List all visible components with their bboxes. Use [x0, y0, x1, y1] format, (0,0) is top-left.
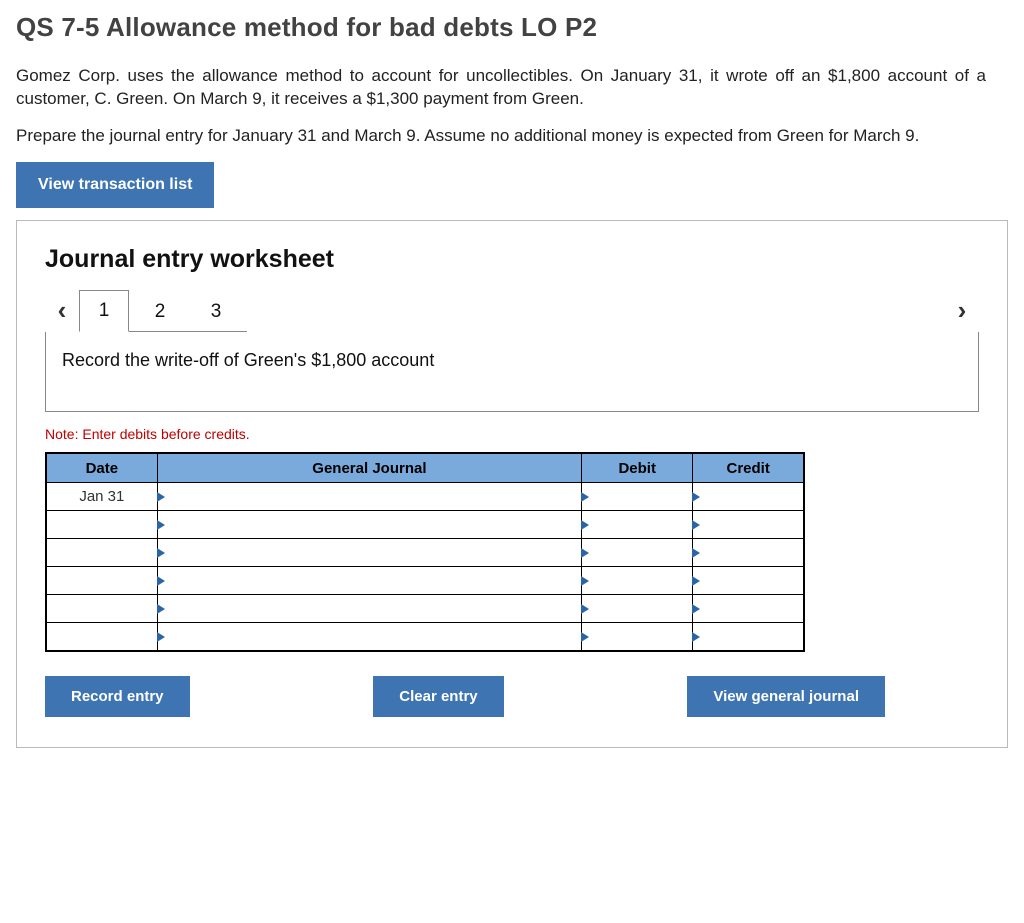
- cell-credit[interactable]: [693, 567, 804, 595]
- cell-date[interactable]: [46, 511, 157, 539]
- tab-group: 1 2 3: [79, 290, 247, 332]
- next-entry-chevron[interactable]: ›: [945, 295, 979, 326]
- journal-entry-table: Date General Journal Debit Credit Jan 31: [45, 452, 805, 652]
- cell-credit[interactable]: [693, 511, 804, 539]
- worksheet-heading: Journal entry worksheet: [45, 245, 979, 274]
- table-row: [46, 595, 804, 623]
- tab-1[interactable]: 1: [79, 290, 129, 332]
- cell-credit[interactable]: [693, 623, 804, 651]
- cell-debit[interactable]: [582, 511, 693, 539]
- table-row: [46, 623, 804, 651]
- cell-debit[interactable]: [582, 567, 693, 595]
- cell-general-journal[interactable]: [157, 483, 581, 511]
- cell-date[interactable]: [46, 539, 157, 567]
- cell-general-journal[interactable]: [157, 567, 581, 595]
- table-header-row: Date General Journal Debit Credit: [46, 453, 804, 483]
- view-transaction-list-button[interactable]: View transaction list: [16, 162, 214, 208]
- cell-debit[interactable]: [582, 623, 693, 651]
- problem-paragraph-1: Gomez Corp. uses the allowance method to…: [16, 65, 986, 111]
- problem-paragraph-2: Prepare the journal entry for January 31…: [16, 125, 986, 148]
- view-general-journal-button[interactable]: View general journal: [687, 676, 885, 717]
- cell-general-journal[interactable]: [157, 539, 581, 567]
- col-header-debit: Debit: [582, 453, 693, 483]
- tab-2[interactable]: 2: [135, 293, 185, 331]
- col-header-credit: Credit: [693, 453, 804, 483]
- entry-instruction: Record the write-off of Green's $1,800 a…: [45, 332, 979, 412]
- cell-general-journal[interactable]: [157, 623, 581, 651]
- cell-date[interactable]: [46, 623, 157, 651]
- cell-credit[interactable]: [693, 483, 804, 511]
- problem-description: Gomez Corp. uses the allowance method to…: [16, 65, 986, 148]
- cell-credit[interactable]: [693, 539, 804, 567]
- table-row: [46, 539, 804, 567]
- cell-debit[interactable]: [582, 595, 693, 623]
- worksheet-footer: Record entry Clear entry View general jo…: [45, 676, 885, 717]
- cell-debit[interactable]: [582, 539, 693, 567]
- cell-date[interactable]: [46, 595, 157, 623]
- record-entry-button[interactable]: Record entry: [45, 676, 190, 717]
- clear-entry-button[interactable]: Clear entry: [373, 676, 503, 717]
- cell-date[interactable]: Jan 31: [46, 483, 157, 511]
- journal-worksheet-panel: Journal entry worksheet ‹ 1 2 3 › Record…: [16, 220, 1008, 748]
- tab-row: ‹ 1 2 3 ›: [45, 290, 979, 332]
- tab-3[interactable]: 3: [191, 293, 241, 331]
- cell-debit[interactable]: [582, 483, 693, 511]
- table-row: Jan 31: [46, 483, 804, 511]
- table-row: [46, 567, 804, 595]
- cell-general-journal[interactable]: [157, 595, 581, 623]
- cell-date[interactable]: [46, 567, 157, 595]
- cell-general-journal[interactable]: [157, 511, 581, 539]
- prev-entry-chevron[interactable]: ‹: [45, 295, 79, 326]
- debits-before-credits-note: Note: Enter debits before credits.: [45, 426, 979, 442]
- table-row: [46, 511, 804, 539]
- cell-credit[interactable]: [693, 595, 804, 623]
- page-title: QS 7-5 Allowance method for bad debts LO…: [16, 12, 1008, 43]
- col-header-date: Date: [46, 453, 157, 483]
- journal-tbody: Jan 31: [46, 483, 804, 651]
- col-header-general-journal: General Journal: [157, 453, 581, 483]
